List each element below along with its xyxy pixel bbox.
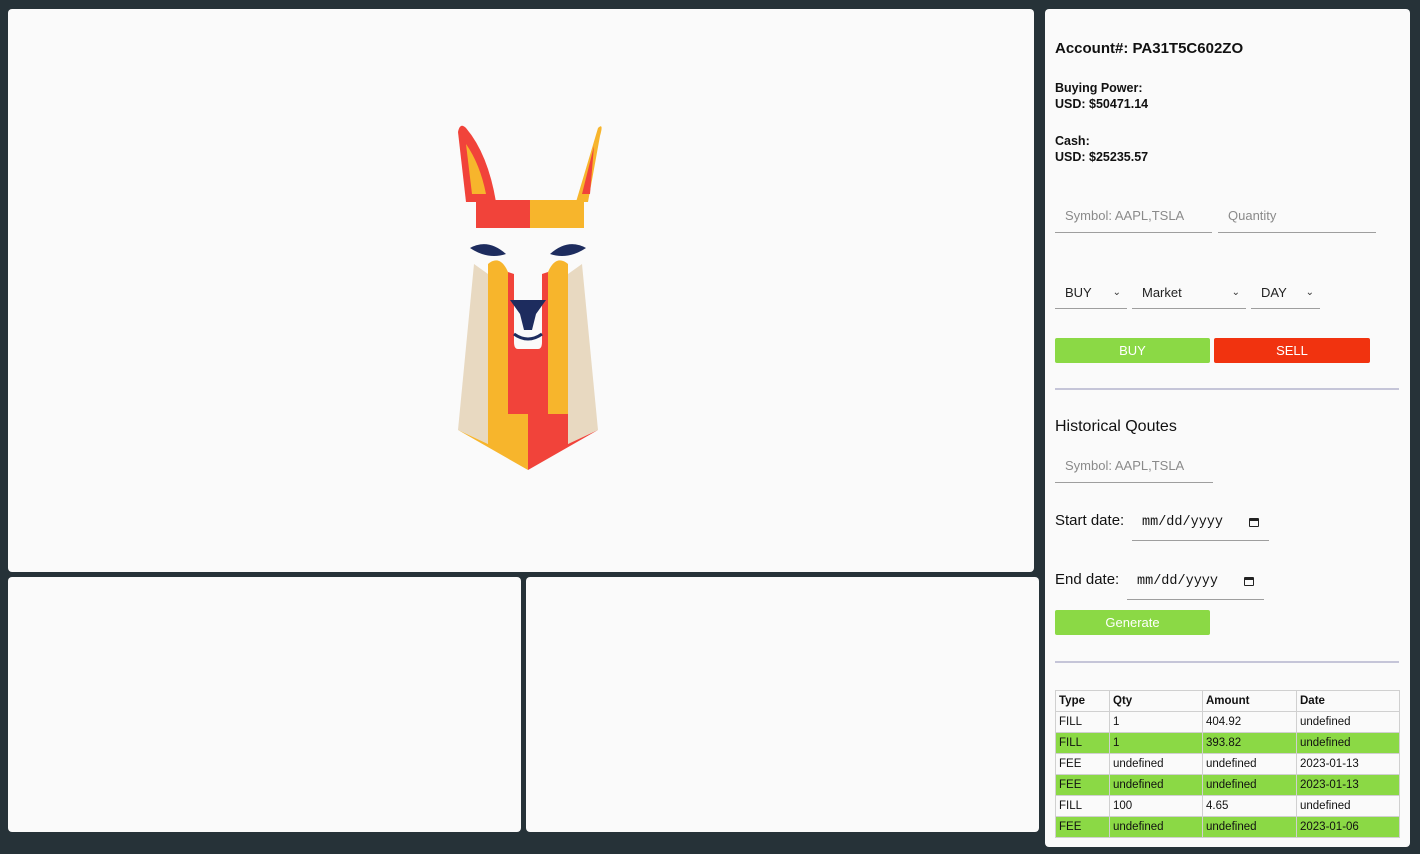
order-quantity-input[interactable]: [1218, 198, 1376, 233]
table-row: FEE undefined undefined 2023-01-13: [1055, 774, 1400, 796]
cell-type: FEE: [1055, 774, 1110, 796]
cell-qty: 1: [1109, 711, 1203, 733]
order-tif-value: DAY: [1261, 284, 1287, 300]
main-chart-panel: [8, 9, 1034, 572]
transactions-table: Type Qty Amount Date FILL 1 404.92 undef…: [1055, 690, 1400, 838]
table-row: FEE undefined undefined 2023-01-13: [1055, 753, 1400, 775]
cell-qty: undefined: [1109, 774, 1203, 796]
order-type-select[interactable]: Market ⌄: [1132, 276, 1246, 309]
cell-amount: undefined: [1202, 774, 1297, 796]
order-tif-select[interactable]: DAY ⌄: [1251, 276, 1320, 309]
start-date-input[interactable]: mm/dd/yyyy: [1132, 504, 1269, 541]
table-row: FILL 1 404.92 undefined: [1055, 711, 1400, 733]
buying-power-value: USD: $50471.14: [1055, 97, 1149, 111]
calendar-icon[interactable]: [1244, 576, 1254, 586]
cell-date: 2023-01-06: [1296, 816, 1400, 838]
end-date-input[interactable]: mm/dd/yyyy: [1127, 563, 1264, 600]
sell-button[interactable]: SELL: [1214, 338, 1370, 363]
cell-amount: undefined: [1202, 816, 1297, 838]
end-date-label: End date:: [1055, 571, 1120, 588]
cell-date: undefined: [1296, 732, 1400, 754]
cell-qty: undefined: [1109, 816, 1203, 838]
cell-type: FILL: [1055, 795, 1110, 817]
cell-qty: 100: [1109, 795, 1203, 817]
cash-label: Cash:: [1055, 134, 1090, 148]
buy-button[interactable]: BUY: [1055, 338, 1210, 363]
calendar-icon[interactable]: [1249, 517, 1259, 527]
cell-amount: undefined: [1202, 753, 1297, 775]
cell-type: FILL: [1055, 711, 1110, 733]
table-row: FILL 1 393.82 undefined: [1055, 732, 1400, 754]
chevron-down-icon: ⌄: [1112, 286, 1121, 298]
cell-date: undefined: [1296, 711, 1400, 733]
trading-side-panel: Account#: PA31T5C602ZO Buying Power: USD…: [1045, 9, 1410, 847]
cell-amount: 404.92: [1202, 711, 1297, 733]
cell-date: undefined: [1296, 795, 1400, 817]
end-date-placeholder: mm/dd/yyyy: [1137, 573, 1219, 589]
generate-button[interactable]: Generate: [1055, 610, 1210, 635]
buying-power: Buying Power: USD: $50471.14: [1055, 80, 1148, 112]
divider: [1055, 661, 1399, 663]
chevron-down-icon: ⌄: [1231, 286, 1240, 298]
table-row: FEE undefined undefined 2023-01-06: [1055, 816, 1400, 838]
account-value: PA31T5C602ZO: [1132, 40, 1244, 57]
column-header-type: Type: [1055, 690, 1110, 712]
start-date-label: Start date:: [1055, 512, 1125, 529]
order-type-value: Market: [1142, 284, 1182, 300]
start-date-placeholder: mm/dd/yyyy: [1142, 514, 1224, 530]
account-number: Account#: PA31T5C602ZO: [1055, 40, 1243, 57]
table-row: FILL 100 4.65 undefined: [1055, 795, 1400, 817]
order-side-select[interactable]: BUY ⌄: [1055, 276, 1127, 309]
cell-amount: 393.82: [1202, 732, 1297, 754]
bottom-left-panel: [8, 577, 521, 832]
cash-value: USD: $25235.57: [1055, 150, 1149, 164]
chevron-down-icon: ⌄: [1305, 286, 1314, 298]
llama-logo: [458, 125, 602, 470]
bottom-right-panel: [526, 577, 1039, 832]
cell-amount: 4.65: [1202, 795, 1297, 817]
column-header-date: Date: [1296, 690, 1400, 712]
divider: [1055, 388, 1399, 390]
buying-power-label: Buying Power:: [1055, 81, 1143, 95]
historical-quotes-title: Historical Qoutes: [1055, 418, 1177, 435]
account-label: Account#:: [1055, 40, 1129, 57]
cell-date: 2023-01-13: [1296, 753, 1400, 775]
table-header-row: Type Qty Amount Date: [1055, 690, 1400, 712]
cell-type: FEE: [1055, 753, 1110, 775]
order-side-value: BUY: [1065, 284, 1092, 300]
cell-date: 2023-01-13: [1296, 774, 1400, 796]
cell-type: FEE: [1055, 816, 1110, 838]
cell-type: FILL: [1055, 732, 1110, 754]
order-symbol-input[interactable]: [1055, 198, 1212, 233]
historical-symbol-input[interactable]: [1055, 449, 1213, 483]
cash: Cash: USD: $25235.57: [1055, 133, 1148, 165]
cell-qty: undefined: [1109, 753, 1203, 775]
column-header-amount: Amount: [1202, 690, 1297, 712]
column-header-qty: Qty: [1109, 690, 1203, 712]
cell-qty: 1: [1109, 732, 1203, 754]
